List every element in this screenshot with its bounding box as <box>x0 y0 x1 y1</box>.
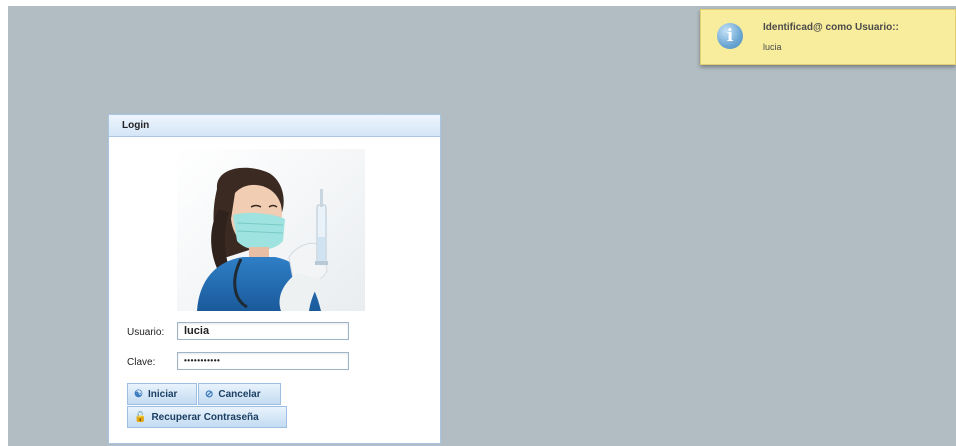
cancel-icon: ⊘ <box>205 388 214 400</box>
notification-title: Identificad@ como Usuario:: <box>763 22 899 33</box>
username-input[interactable]: lucia <box>177 322 349 340</box>
growl-notification: i Identificad@ como Usuario:: lucia <box>700 9 956 65</box>
login-button[interactable]: ☯ Iniciar <box>127 383 197 405</box>
login-button-label: Iniciar <box>147 388 178 400</box>
unlock-icon: 🔓 <box>134 411 147 423</box>
nurse-photo <box>177 149 365 311</box>
panel-title: Login <box>109 115 440 137</box>
password-label: Clave: <box>127 357 156 368</box>
login-panel: Login Usuario: lucia Clave: ••••••••••• … <box>108 114 441 444</box>
username-label: Usuario: <box>127 327 165 338</box>
password-input[interactable]: ••••••••••• <box>177 352 349 370</box>
notification-message: lucia <box>763 42 782 52</box>
recover-button-label: Recuperar Contraseña <box>151 411 259 423</box>
info-icon: i <box>717 23 743 49</box>
cancel-button[interactable]: ⊘ Cancelar <box>198 383 281 405</box>
cancel-button-label: Cancelar <box>218 388 261 400</box>
user-icon: ☯ <box>134 388 143 400</box>
recover-password-button[interactable]: 🔓 Recuperar Contraseña <box>127 406 287 428</box>
